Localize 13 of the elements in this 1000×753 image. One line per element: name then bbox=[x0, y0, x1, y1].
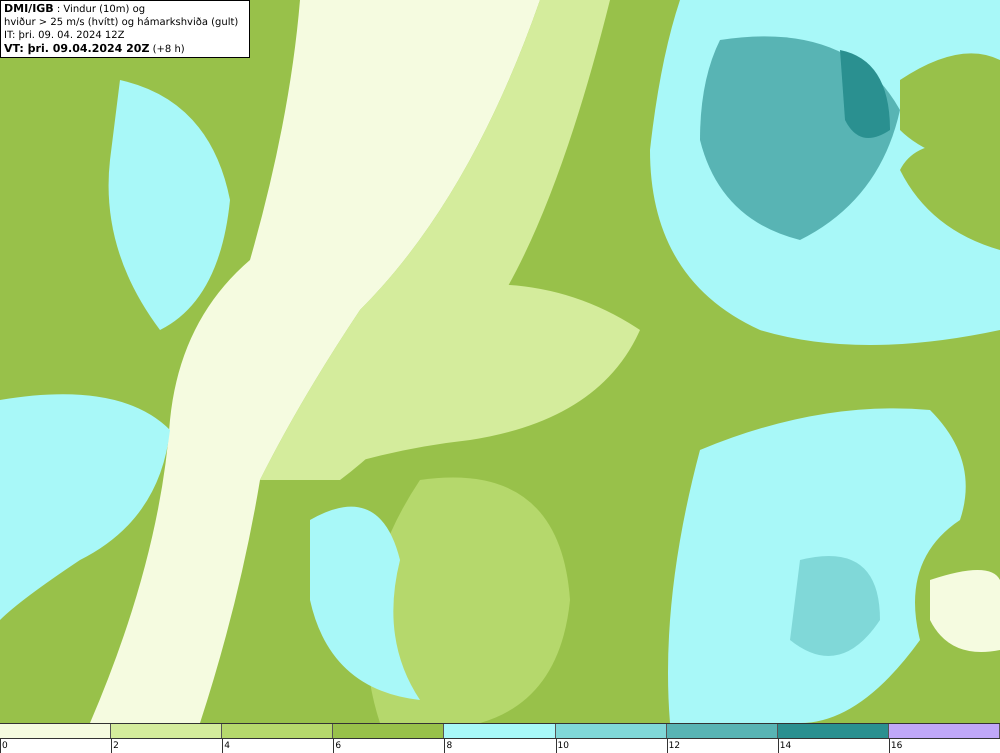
legend-tick-label: 0 bbox=[0, 739, 8, 753]
legend-tick-label: 6 bbox=[333, 739, 342, 753]
legend-tick-label: 16 bbox=[888, 739, 902, 753]
legend-tick-label: 4 bbox=[222, 739, 230, 753]
info-text: VT: þri. 09.04.2024 20Z (+8 h) bbox=[4, 42, 186, 56]
legend-tick-label: 10 bbox=[556, 739, 569, 753]
legend-tick-label: 14 bbox=[778, 739, 792, 753]
legend-tick-label: 2 bbox=[111, 739, 119, 753]
legend-tick-label: 8 bbox=[444, 739, 452, 753]
info-text: IT: þri. 09. 04. 2024 12Z bbox=[4, 29, 126, 42]
info-text: DMI/IGB : Vindur (10m) og bbox=[4, 2, 146, 16]
info-text: hviður > 25 m/s (hvítt) og hámarkshviða (gult) bbox=[4, 16, 240, 29]
legend-tick-label: 12 bbox=[666, 739, 680, 753]
